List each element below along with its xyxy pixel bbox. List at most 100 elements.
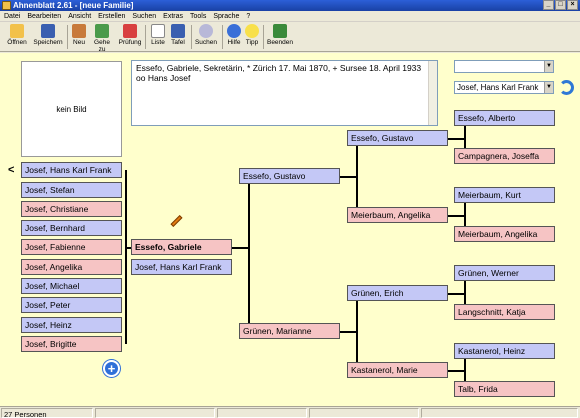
grandparent-connector [340, 176, 356, 178]
help-button[interactable]: Hilfe [225, 23, 243, 50]
maximize-button[interactable]: □ [555, 0, 566, 10]
menu-sprache[interactable]: Sprache [213, 11, 239, 21]
selected-person-box[interactable]: Essefo, Gabriele [131, 239, 232, 255]
status-bar: 27 Personen [0, 406, 580, 418]
mother-box[interactable]: Grünen, Marianne [239, 323, 340, 339]
toolbar-separator [67, 25, 68, 49]
great-grandparent-box[interactable]: Essefo, Alberto [454, 110, 555, 126]
child-box[interactable]: Josef, Michael [21, 278, 122, 294]
exit-label: Beenden [266, 39, 294, 46]
refresh-icon[interactable] [559, 80, 574, 95]
menu-extras[interactable]: Extras [163, 11, 183, 21]
great-grandparent-box[interactable]: Kastanerol, Heinz [454, 343, 555, 359]
save-button[interactable]: Speichern [32, 23, 64, 50]
search-button[interactable]: Suchen [194, 23, 218, 50]
search-icon [199, 24, 213, 38]
child-box[interactable]: Josef, Bernhard [21, 220, 122, 236]
add-child-button[interactable]: + [103, 360, 120, 377]
great-grandparent-box[interactable]: Grünen, Werner [454, 265, 555, 281]
goto-button[interactable]: Gehe zu [90, 23, 114, 53]
tree-icon [171, 24, 185, 38]
father-box[interactable]: Essefo, Gustavo [239, 168, 340, 184]
chevron-down-icon[interactable]: ▼ [544, 61, 553, 72]
check-label: Prüfung [118, 39, 142, 46]
child-box[interactable]: Josef, Heinz [21, 317, 122, 333]
info-line-2: oo Hans Josef [136, 73, 191, 83]
child-box[interactable]: Josef, Christiane [21, 201, 122, 217]
great-grandparent-box[interactable]: Campagnera, Joseffa [454, 148, 555, 164]
grandparent-box[interactable]: Essefo, Gustavo [347, 130, 448, 146]
grandparent-box[interactable]: Meierbaum, Angelika [347, 207, 448, 223]
menu-bar: Datei Bearbeiten Ansicht Erstellen Suche… [0, 11, 580, 22]
person-info-box[interactable]: Essefo, Gabriele, Sekretärin, * Zürich 1… [131, 60, 438, 126]
list-icon [151, 24, 165, 38]
window-title: Ahnenblatt 2.61 - [neue Familie] [13, 1, 134, 10]
toolbar-separator [263, 25, 264, 49]
grandparent-connector [356, 300, 358, 362]
great-grandparent-box[interactable]: Talb, Frida [454, 381, 555, 397]
status-count-text: 27 Personen [4, 410, 47, 418]
people-icon [95, 24, 109, 38]
open-label: Öffnen [7, 39, 27, 46]
grandparent-connector [340, 331, 356, 333]
help-label: Hilfe [227, 39, 241, 46]
menu-ansicht[interactable]: Ansicht [68, 11, 91, 21]
menu-tools[interactable]: Tools [190, 11, 206, 21]
save-label: Speichern [33, 39, 63, 46]
ggp-connector [448, 370, 464, 372]
great-grandparent-box[interactable]: Meierbaum, Angelika [454, 226, 555, 242]
list-button[interactable]: Liste [149, 23, 167, 50]
child-box[interactable]: Josef, Angelika [21, 259, 122, 275]
title-bar: Ahnenblatt 2.61 - [neue Familie] _ □ × [0, 0, 580, 11]
new-label: Neu [73, 39, 85, 46]
toolbar-separator [191, 25, 192, 49]
table-label: Tafel [171, 39, 185, 46]
ggp-connector [448, 138, 464, 140]
spouse-box[interactable]: Josef, Hans Karl Frank [131, 259, 232, 275]
photo-placeholder[interactable]: kein Bild [21, 61, 122, 157]
menu-suchen[interactable]: Suchen [132, 11, 156, 21]
child-box[interactable]: Josef, Brigitte [21, 336, 122, 352]
great-grandparent-box[interactable]: Meierbaum, Kurt [454, 187, 555, 203]
parent-connector [248, 184, 250, 324]
child-box[interactable]: Josef, Peter [21, 297, 122, 313]
child-box[interactable]: Josef, Stefan [21, 182, 122, 198]
child-box[interactable]: Josef, Fabienne [21, 239, 122, 255]
status-panel [421, 408, 578, 418]
exit-button[interactable]: Beenden [266, 23, 294, 50]
info-scrollbar[interactable] [428, 61, 437, 125]
goto-label: Gehe zu [94, 39, 110, 53]
menu-help[interactable]: ? [246, 11, 250, 21]
close-button[interactable]: × [567, 0, 578, 10]
status-panel [217, 408, 307, 418]
minimize-button[interactable]: _ [543, 0, 554, 10]
menu-bearbeiten[interactable]: Bearbeiten [27, 11, 61, 21]
disk-icon [41, 24, 55, 38]
back-arrow-icon[interactable]: < [8, 164, 14, 176]
child-box[interactable]: Josef, Hans Karl Frank [21, 162, 122, 178]
status-panel [309, 408, 419, 418]
status-panel [95, 408, 215, 418]
great-grandparent-box[interactable]: Langschnitt, Katja [454, 304, 555, 320]
search-combo[interactable]: ▼ [454, 60, 554, 73]
menu-datei[interactable]: Datei [4, 11, 20, 21]
children-connector [125, 170, 127, 344]
grandparent-box[interactable]: Grünen, Erich [347, 285, 448, 301]
new-button[interactable]: Neu [70, 23, 88, 50]
chevron-down-icon[interactable]: ▼ [544, 82, 553, 93]
table-button[interactable]: Tafel [169, 23, 187, 50]
folder-icon [10, 24, 24, 38]
person-selector-value: Josef, Hans Karl Frank [457, 83, 539, 92]
tip-button[interactable]: Tipp [244, 23, 260, 50]
open-button[interactable]: Öffnen [6, 23, 28, 50]
check-button[interactable]: Prüfung [118, 23, 142, 50]
menu-erstellen[interactable]: Erstellen [98, 11, 125, 21]
tip-label: Tipp [245, 39, 259, 46]
checklist-icon [123, 24, 137, 38]
list-label: Liste [151, 39, 165, 46]
help-icon [227, 24, 241, 38]
search-label: Suchen [194, 39, 218, 46]
person-selector[interactable]: Josef, Hans Karl Frank ▼ [454, 81, 554, 94]
ggp-connector [448, 293, 464, 295]
grandparent-box[interactable]: Kastanerol, Marie [347, 362, 448, 378]
